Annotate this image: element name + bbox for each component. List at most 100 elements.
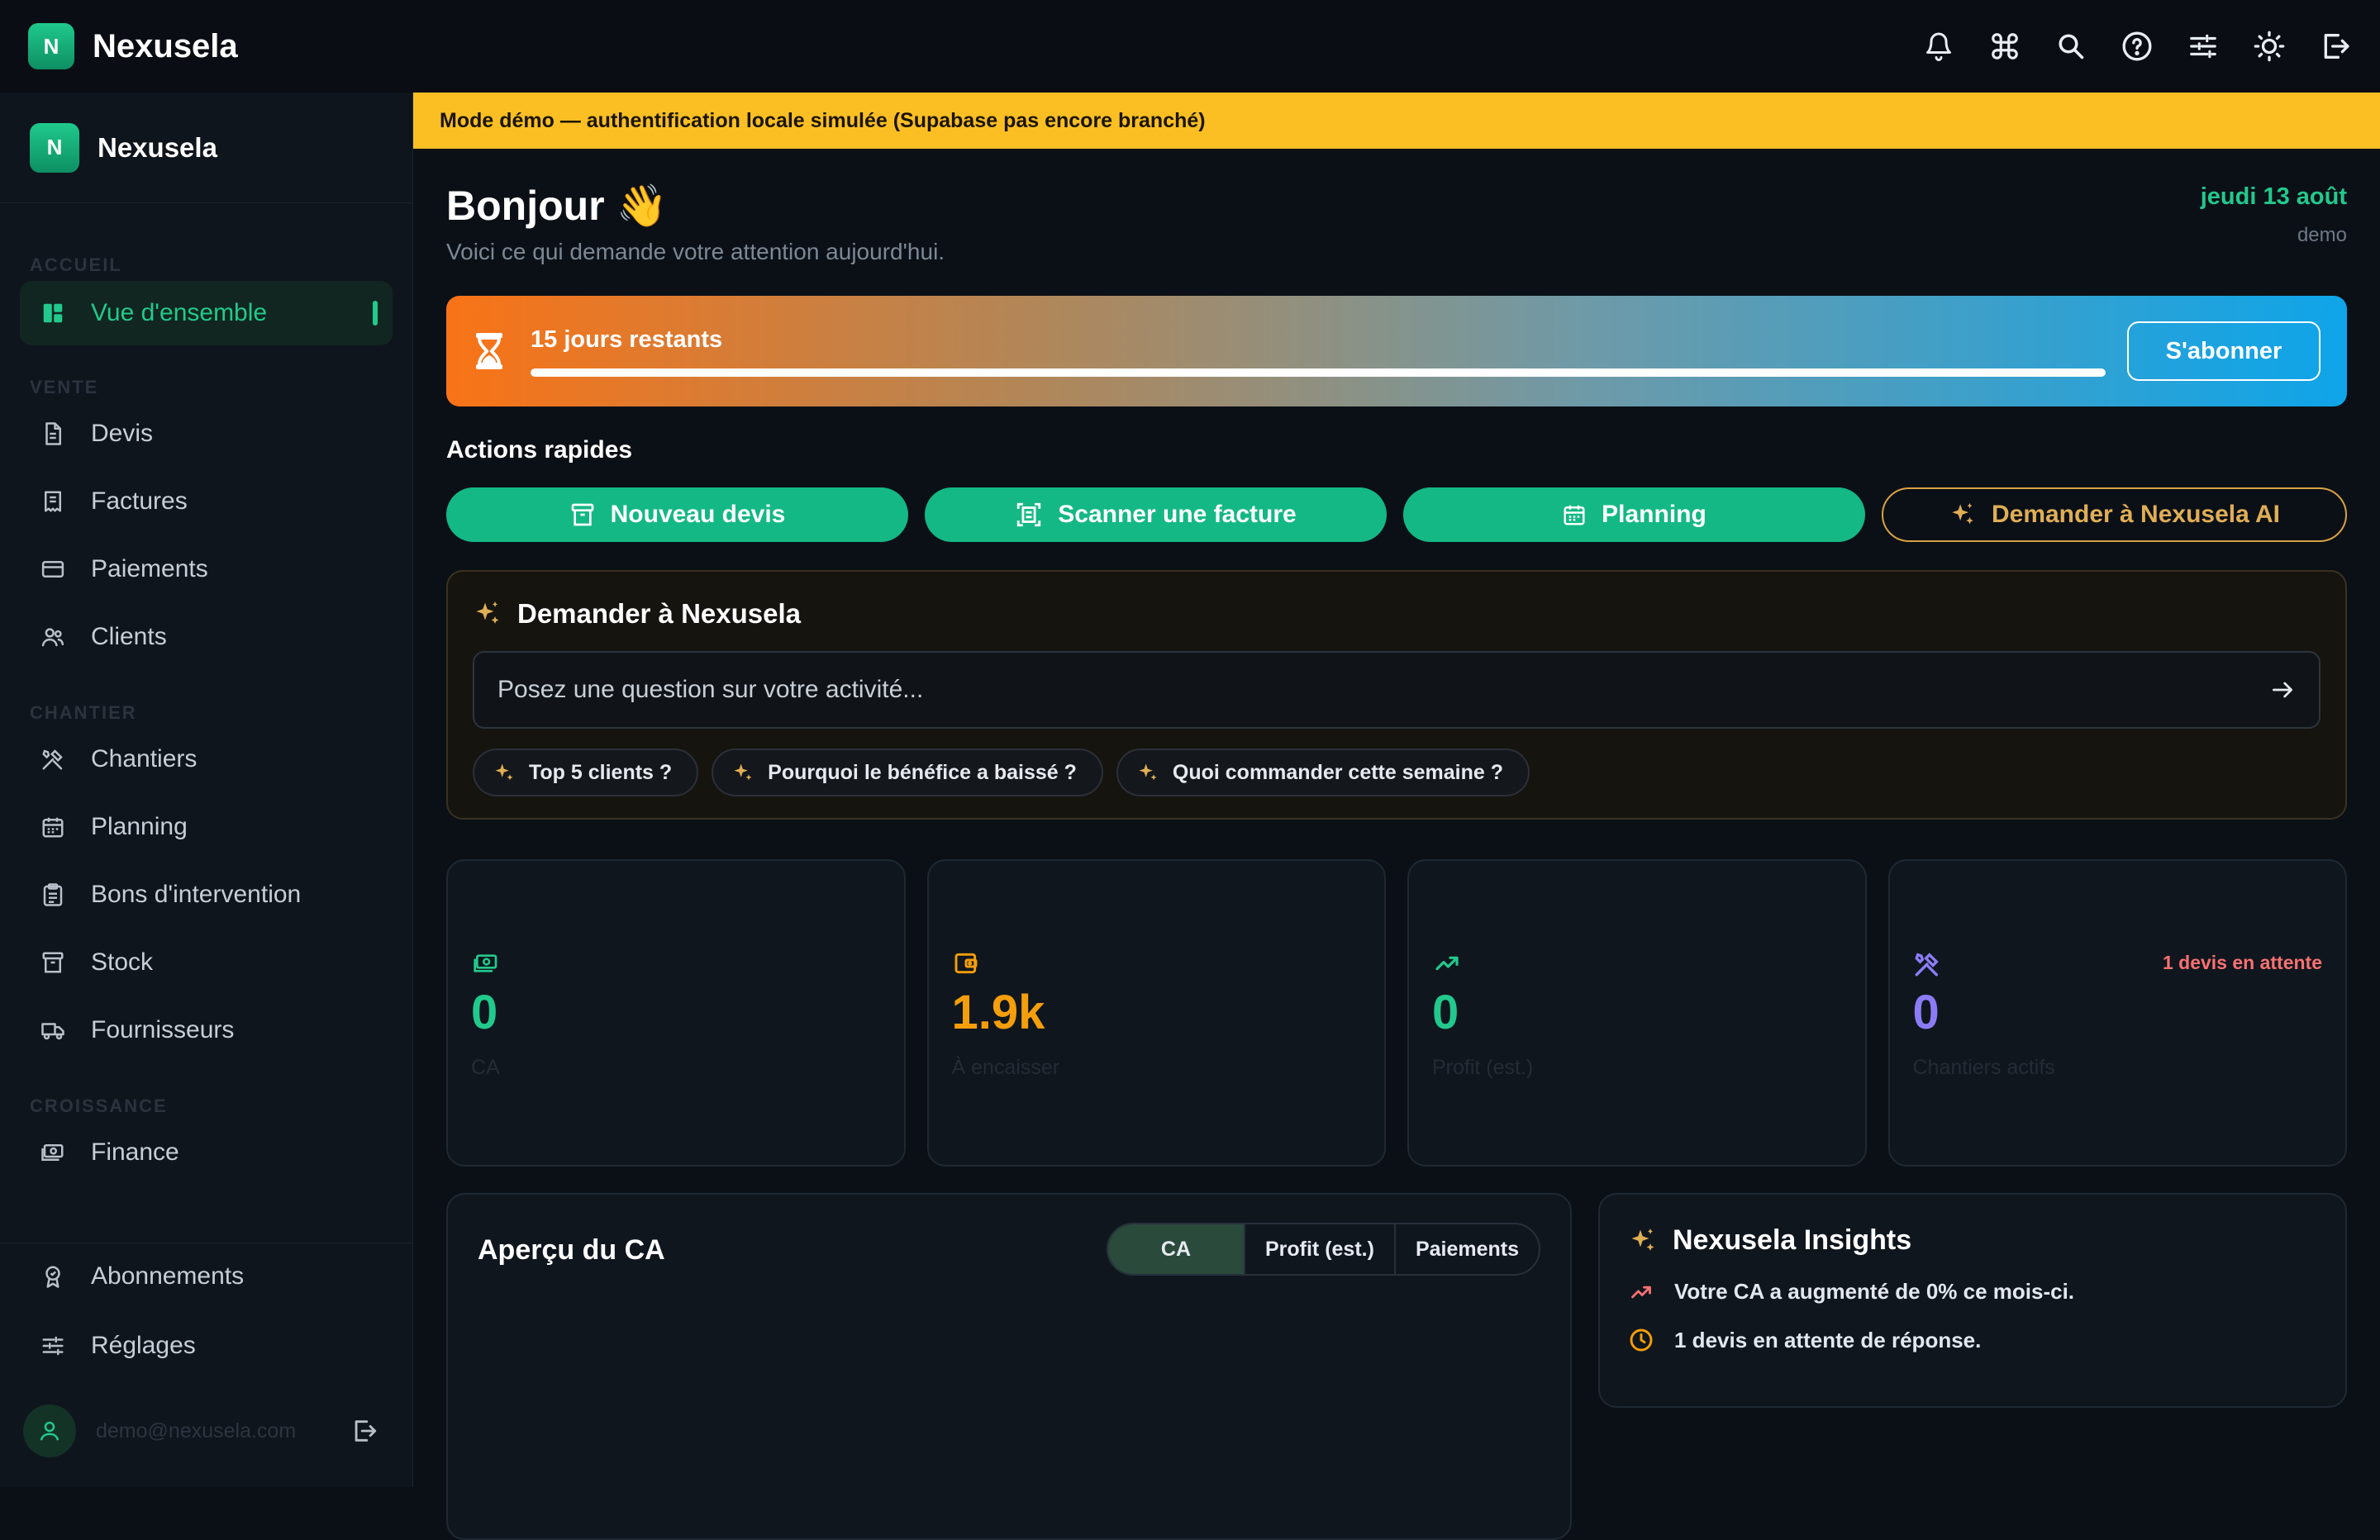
new-quote-button[interactable]: Nouveau devis (446, 487, 908, 542)
ask-ai-button[interactable]: Demander à Nexusela AI (1882, 487, 2347, 542)
suggestion-chip[interactable]: Pourquoi le bénéfice a baissé ? (712, 749, 1103, 796)
sun-icon[interactable] (2253, 30, 2286, 63)
stat-card-ca[interactable]: 0 CA (446, 859, 906, 1167)
stat-value: 0 (1432, 986, 1459, 1039)
sidebar-item-chantiers[interactable]: Chantiers (20, 727, 393, 791)
stat-card-projects[interactable]: 1 devis en attente 0 Chantiers actifs (1887, 859, 2347, 1167)
hourglass-icon (473, 331, 506, 371)
command-icon[interactable] (1988, 30, 2021, 63)
ask-input[interactable]: Posez une question sur votre activité... (473, 651, 2320, 729)
trial-banner: 15 jours restants S'abonner (446, 296, 2347, 406)
sidebar-item-clients[interactable]: Clients (20, 605, 393, 669)
sliders-icon[interactable] (2187, 30, 2220, 63)
cash-icon (38, 1138, 68, 1167)
sidebar-item-stock[interactable]: Stock (20, 930, 393, 995)
top-bar: N Nexusela (0, 0, 2380, 93)
suggestion-chips: Top 5 clients ? Pourquoi le bénéfice a b… (473, 749, 2320, 796)
sidebar-item-label: Bons d'intervention (91, 881, 302, 908)
scan-icon (1015, 501, 1043, 529)
section-label-accueil: ACCUEIL (30, 254, 122, 275)
suggestion-label: Quoi commander cette semaine ? (1172, 760, 1504, 784)
sidebar-item-finance[interactable]: Finance (20, 1120, 393, 1185)
sidebar-item-label: Chantiers (91, 745, 198, 772)
sidebar-brand-name: Nexusela (98, 131, 217, 163)
sidebar-item-label: Réglages (91, 1332, 196, 1359)
sparkles-icon (473, 599, 502, 629)
stat-label: CA (471, 1056, 500, 1079)
avatar[interactable] (23, 1405, 76, 1457)
ask-input-placeholder: Posez une question sur votre activité... (497, 676, 924, 703)
insight-item: 1 devis en attente de réponse. (1628, 1327, 1981, 1353)
section-label-croissance: CROISSANCE (30, 1096, 168, 1116)
bell-icon[interactable] (1922, 30, 1955, 63)
logout-icon[interactable] (350, 1417, 378, 1445)
sidebar-item-paiements[interactable]: Paiements (20, 537, 393, 601)
planning-label: Planning (1602, 501, 1706, 528)
tab-profit[interactable]: Profit (est.) (1243, 1224, 1394, 1274)
sidebar-item-reglages[interactable]: Réglages (20, 1314, 393, 1378)
stat-label: Chantiers actifs (1912, 1056, 2055, 1079)
sidebar-item-abonnements[interactable]: Abonnements (20, 1244, 393, 1309)
trial-progress-bar (531, 368, 2106, 377)
sidebar-item-planning[interactable]: Planning (20, 795, 393, 859)
stat-card-profit[interactable]: 0 Profit (est.) (1407, 859, 1867, 1167)
stat-card-receivable[interactable]: 1.9k À encaisser (926, 859, 1386, 1167)
sparkles-icon (493, 761, 516, 784)
page-title: Bonjour 👋 (446, 183, 668, 229)
calendar-icon (1562, 502, 1587, 527)
page-subtitle: Voici ce qui demande votre attention auj… (446, 239, 945, 264)
demo-banner: Mode démo — authentification locale simu… (413, 93, 2380, 149)
calendar-icon (38, 812, 68, 842)
sidebar-item-overview[interactable]: Vue d'ensemble (20, 281, 393, 345)
credit-card-icon (38, 554, 68, 584)
ca-tabs: CA Profit (est.) Paiements (1106, 1223, 1540, 1276)
ask-panel: Demander à Nexusela Posez une question s… (446, 570, 2347, 820)
scan-invoice-button[interactable]: Scanner une facture (925, 487, 1387, 542)
arrow-right-icon[interactable] (2269, 677, 2296, 703)
current-date: jeudi 13 août (2200, 183, 2347, 210)
sidebar-item-factures[interactable]: Factures (20, 469, 393, 534)
sidebar-item-bons[interactable]: Bons d'intervention (20, 863, 393, 927)
sidebar-item-fournisseurs[interactable]: Fournisseurs (20, 998, 393, 1062)
logout-icon[interactable] (2319, 30, 2352, 63)
clock-icon (1628, 1327, 1654, 1353)
search-icon[interactable] (2054, 30, 2087, 63)
main-content: Mode démo — authentification locale simu… (413, 93, 2380, 1540)
sidebar-item-label: Vue d'ensemble (91, 299, 268, 326)
sidebar-item-label: Planning (91, 813, 188, 840)
quick-actions: Nouveau devis Scanner une facture Planni… (446, 487, 2347, 542)
insight-text: 1 devis en attente de réponse. (1674, 1327, 1982, 1352)
clipboard-icon (38, 880, 68, 910)
planning-button[interactable]: Planning (1403, 487, 1865, 542)
help-icon[interactable] (2121, 30, 2154, 63)
sidebar-item-label: Devis (91, 420, 154, 447)
trial-days-label: 15 jours restants (531, 326, 723, 353)
new-quote-label: Nouveau devis (610, 501, 786, 528)
badge-icon (38, 1262, 68, 1291)
sidebar-item-label: Finance (91, 1138, 179, 1166)
subscribe-button[interactable]: S'abonner (2127, 321, 2320, 381)
suggestion-chip[interactable]: Top 5 clients ? (473, 749, 699, 796)
sidebar-brand[interactable]: N Nexusela (0, 93, 412, 203)
tab-payments[interactable]: Paiements (1393, 1224, 1539, 1274)
insights-header: Nexusela Insights (1628, 1224, 1911, 1257)
receipt-icon (38, 487, 68, 516)
app-brand[interactable]: N Nexusela (28, 23, 238, 69)
app-name: Nexusela (93, 27, 238, 64)
active-indicator (373, 301, 378, 326)
ask-panel-title: Demander à Nexusela (517, 598, 802, 629)
stat-label: Profit (est.) (1432, 1056, 1534, 1079)
sidebar-item-label: Abonnements (91, 1262, 245, 1290)
sparkles-icon (1949, 501, 1977, 529)
greeting: Bonjour 👋 Voici ce qui demande votre att… (446, 182, 945, 265)
archive-icon (569, 501, 596, 528)
ask-panel-header: Demander à Nexusela (473, 598, 2320, 630)
stat-value: 1.9k (951, 986, 1045, 1039)
insights-title: Nexusela Insights (1673, 1224, 1912, 1256)
sidebar-item-label: Clients (91, 623, 167, 650)
users-icon (38, 622, 68, 652)
suggestion-chip[interactable]: Quoi commander cette semaine ? (1116, 749, 1530, 796)
stat-value: 0 (471, 986, 498, 1039)
sidebar-item-devis[interactable]: Devis (20, 402, 393, 466)
tab-ca[interactable]: CA (1107, 1224, 1244, 1274)
